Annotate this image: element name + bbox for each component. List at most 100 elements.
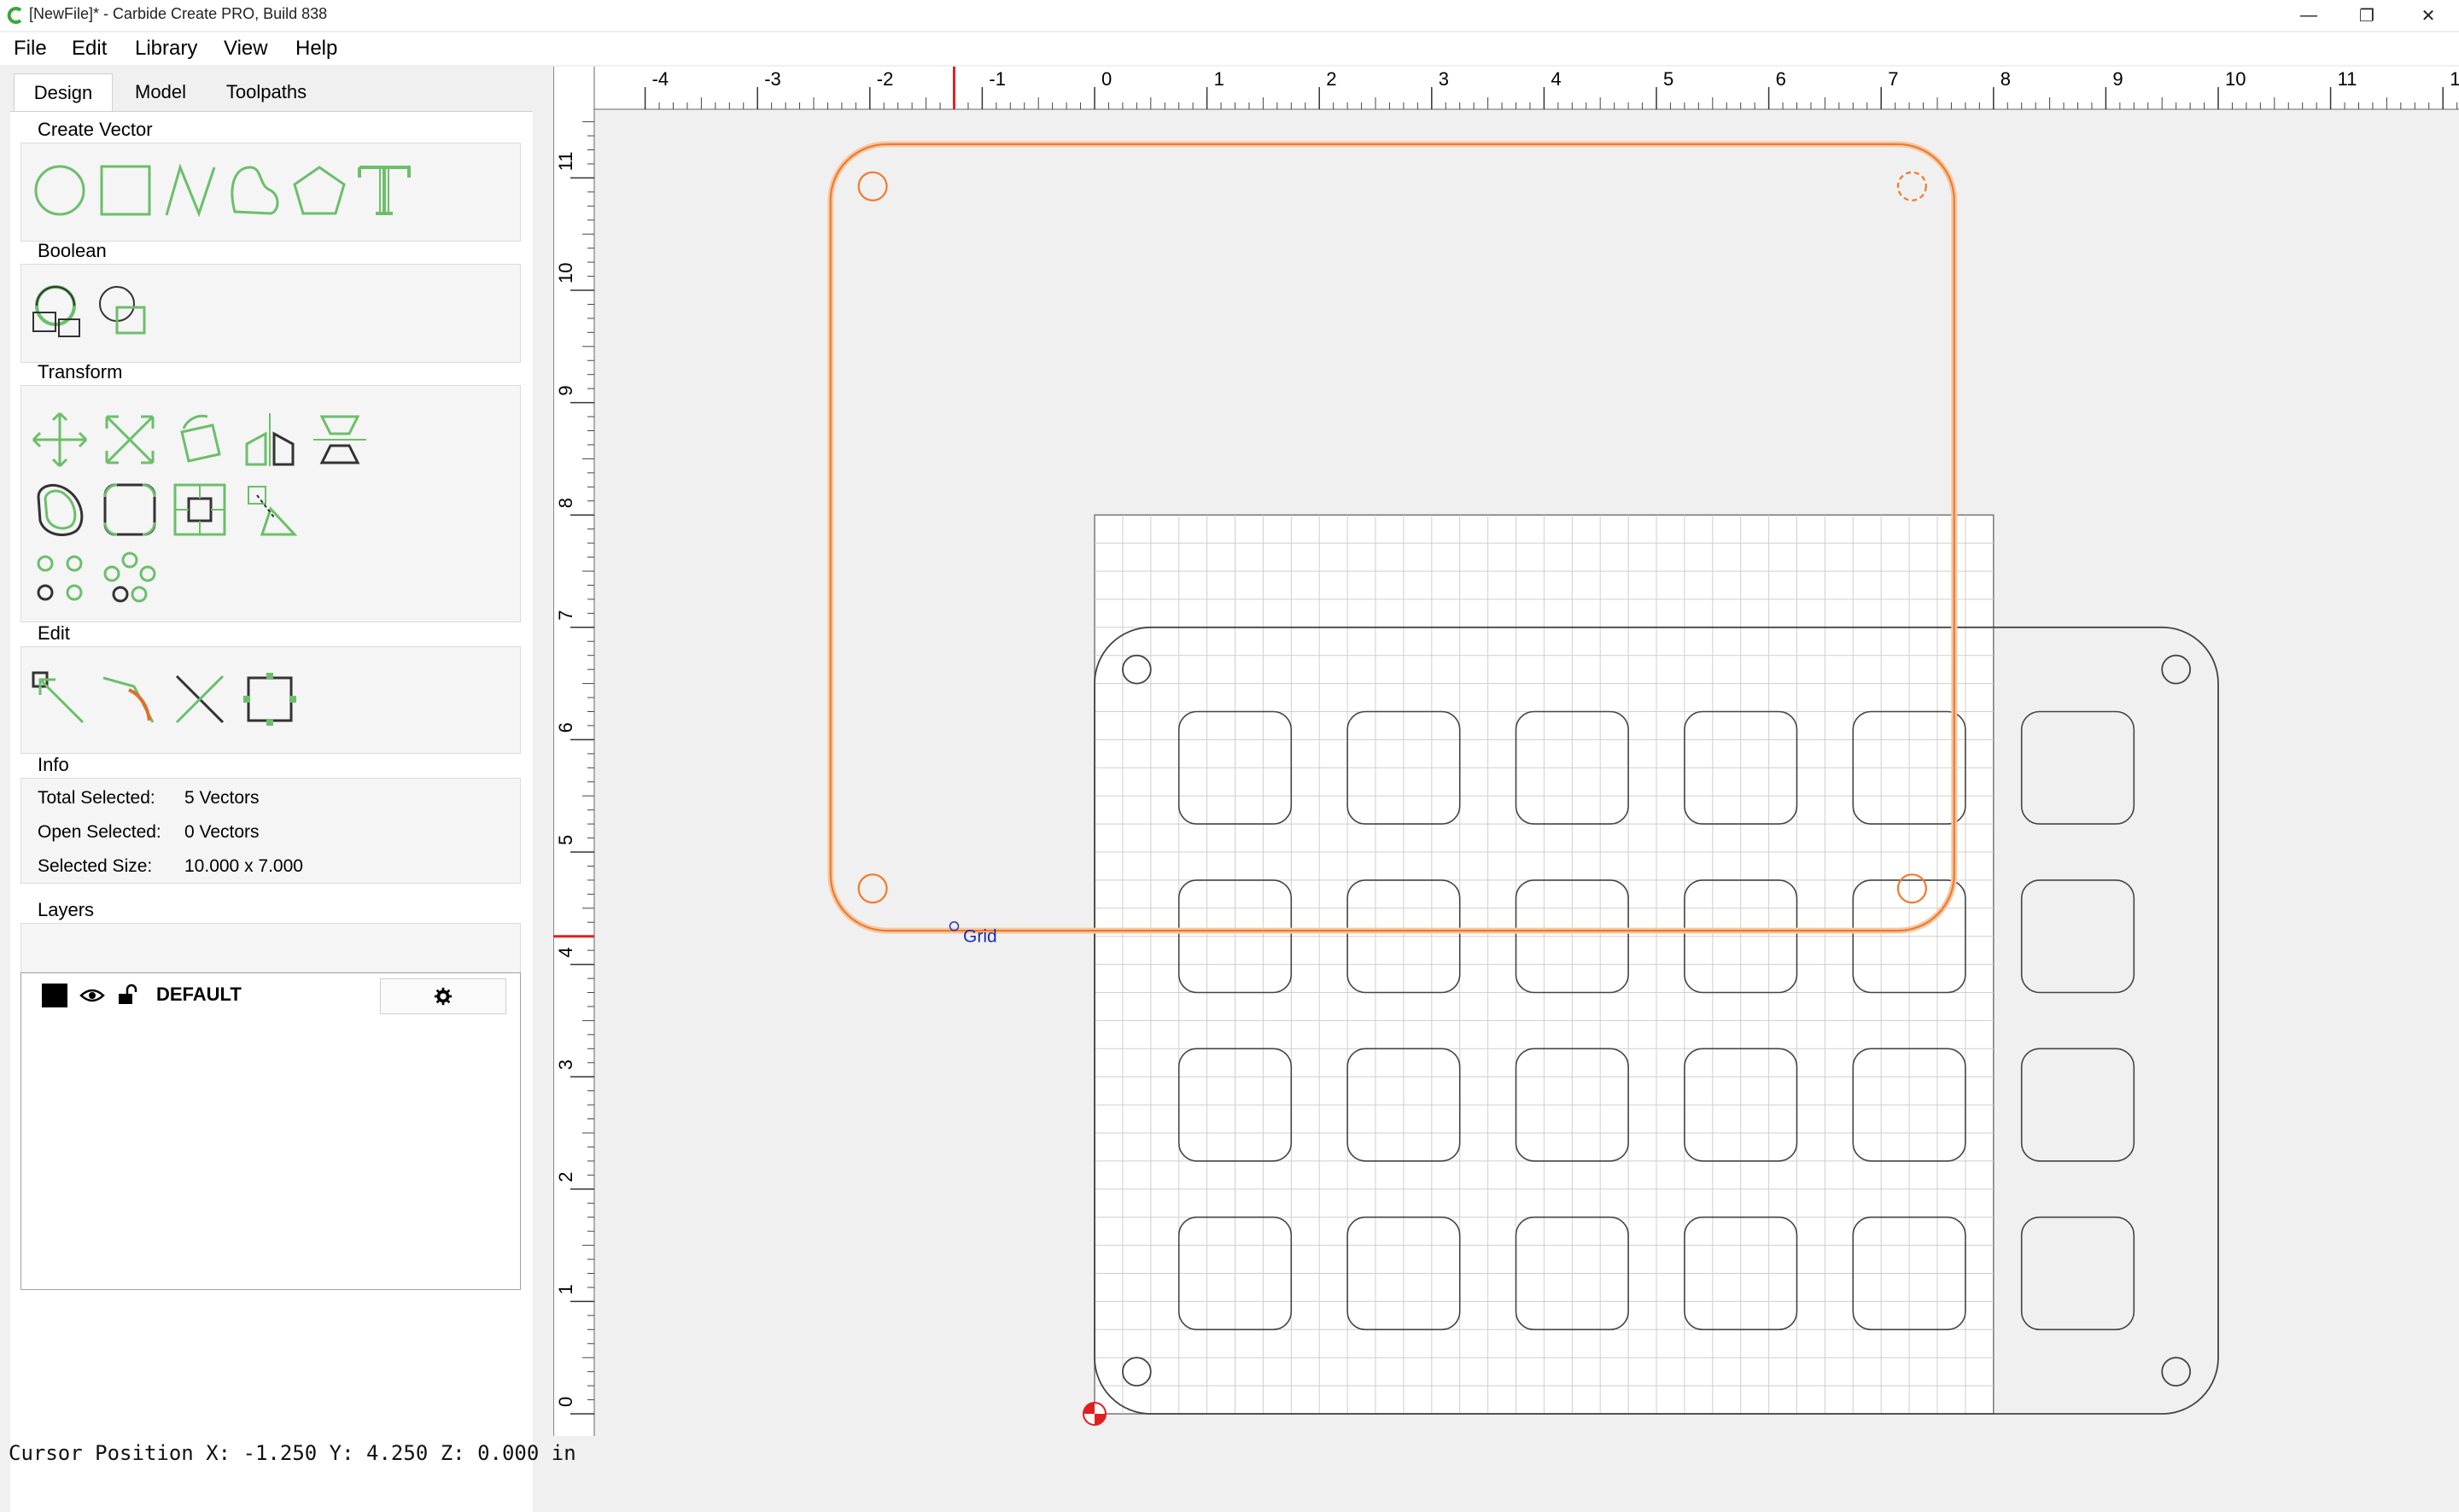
smooth-icon[interactable] <box>100 669 160 729</box>
text-icon[interactable] <box>354 161 414 220</box>
open-selected-value: 0 Vectors <box>184 822 260 842</box>
ruler-y-label: 2 <box>555 1172 576 1182</box>
menu-edit[interactable]: Edit <box>72 35 107 62</box>
boolean-title: Boolean <box>38 240 107 261</box>
design-canvas[interactable]: -4-3-2-10123456789101112 11109876543210 … <box>553 67 2459 1436</box>
rectangle-icon[interactable] <box>95 161 155 220</box>
edit-group <box>20 646 521 754</box>
ruler-y-label: 4 <box>555 947 576 957</box>
ruler-x-label: 4 <box>1551 68 1561 90</box>
close-button[interactable]: ✕ <box>2401 0 2456 31</box>
menu-view[interactable]: View <box>224 35 268 62</box>
move-icon[interactable] <box>30 410 90 470</box>
layers-title: Layers <box>38 899 95 920</box>
edit-title: Edit <box>38 622 70 644</box>
mounting-hole <box>2161 1357 2192 1387</box>
app-logo-icon <box>7 7 22 24</box>
menu-library[interactable]: Library <box>135 35 197 62</box>
key-cutout <box>2020 1048 2135 1162</box>
horizontal-ruler: -4-3-2-10123456789101112 <box>553 67 2459 110</box>
ruler-x-label: 10 <box>2225 68 2246 90</box>
menu-file[interactable]: File <box>14 35 47 62</box>
ruler-x-label: -2 <box>877 68 894 90</box>
center-icon[interactable] <box>170 480 230 540</box>
rotate-icon[interactable] <box>170 410 230 470</box>
offset-icon[interactable] <box>30 480 90 540</box>
linear-array-icon[interactable] <box>30 548 90 608</box>
selected-size-value: 10.000 x 7.000 <box>184 856 303 876</box>
ruler-y-label: 11 <box>555 152 576 172</box>
ruler-x-label: 7 <box>1888 68 1898 90</box>
ruler-y-label: 3 <box>555 1060 576 1070</box>
menu-bar: File Edit Library View Help <box>0 32 2459 65</box>
ruler-x-label: 1 <box>1214 68 1224 90</box>
origin-marker <box>1083 1402 1107 1426</box>
tab-toolpaths[interactable]: Toolpaths <box>208 73 324 111</box>
maximize-button[interactable]: ❐ <box>2339 0 2394 31</box>
tab-design[interactable]: Design <box>14 73 113 112</box>
fillet-icon[interactable] <box>100 480 160 540</box>
vertical-ruler: 11109876543210 <box>553 67 595 1436</box>
eye-icon[interactable] <box>79 987 105 1004</box>
panel-body: Create Vector Boolean Transform Edit Inf… <box>10 111 533 1512</box>
mounting-hole <box>2161 654 2192 685</box>
selected-size-label: Selected Size: <box>38 856 153 876</box>
menu-help[interactable]: Help <box>295 35 337 62</box>
layer-settings-button[interactable] <box>380 978 506 1014</box>
total-selected-value: 5 Vectors <box>184 788 260 808</box>
info-title: Info <box>38 754 69 775</box>
ruler-x-label: 5 <box>1663 68 1673 90</box>
create-vector-title: Create Vector <box>38 119 153 140</box>
ruler-x-label: -1 <box>989 68 1006 90</box>
origin-quadrant <box>1095 1414 1106 1425</box>
ruler-x-label: -3 <box>764 68 781 90</box>
node-edit-icon[interactable] <box>30 669 90 729</box>
trim-icon[interactable] <box>170 669 230 729</box>
mirror-icon[interactable] <box>240 410 300 470</box>
grid-snap-label: Grid <box>963 926 997 946</box>
boolean-subtract-icon[interactable] <box>95 282 155 342</box>
key-cutout <box>2020 1216 2135 1331</box>
boolean-union-icon[interactable] <box>30 282 90 342</box>
ruler-x-label: -4 <box>652 68 669 90</box>
origin-quadrant <box>1083 1403 1095 1414</box>
circular-array-icon[interactable] <box>100 548 160 608</box>
ruler-y-label: 5 <box>555 835 576 845</box>
layer-row[interactable]: DEFAULT <box>21 973 520 1014</box>
unlock-icon[interactable] <box>117 984 139 1006</box>
ruler-y-label: 0 <box>555 1397 576 1407</box>
minimize-button[interactable]: — <box>2281 0 2336 31</box>
polygon-icon[interactable] <box>289 161 349 220</box>
key-cutout <box>2020 879 2135 994</box>
shear-icon[interactable] <box>240 480 300 540</box>
align-icon[interactable] <box>310 410 370 470</box>
canvas-drawing[interactable]: -4-3-2-10123456789101112 11109876543210 … <box>553 67 2459 1436</box>
selected-mounting-hole <box>857 171 888 201</box>
tab-model[interactable]: Model <box>116 73 205 111</box>
boundary-icon[interactable] <box>240 669 300 729</box>
key-cutout <box>2020 710 2135 825</box>
design-panel: Design Model Toolpaths Create Vector Boo… <box>10 73 533 1512</box>
ruler-y-label: 10 <box>555 263 576 283</box>
layers-list: DEFAULT <box>20 972 521 1290</box>
grid <box>1094 514 1995 1415</box>
polyline-icon[interactable] <box>160 161 219 220</box>
total-selected-label: Total Selected: <box>38 788 155 808</box>
ruler-y-label: 1 <box>555 1284 576 1294</box>
ruler-x-label: 0 <box>1101 68 1112 90</box>
ruler-x-label: 6 <box>1776 68 1786 90</box>
layer-color-swatch[interactable] <box>42 984 67 1007</box>
ruler-x-label: 3 <box>1439 68 1449 90</box>
circle-icon[interactable] <box>30 161 90 220</box>
ruler-top-bg <box>553 67 2459 109</box>
curve-icon[interactable] <box>225 161 284 220</box>
ruler-x-label: 8 <box>2000 68 2011 90</box>
transform-group <box>20 385 521 622</box>
layer-name: DEFAULT <box>156 984 242 1005</box>
ruler-x-label: 9 <box>2112 68 2123 90</box>
scale-icon[interactable] <box>100 410 160 470</box>
selected-mounting-hole <box>857 873 888 904</box>
ruler-y-label: 7 <box>555 610 576 621</box>
selected-mounting-hole <box>1896 171 1927 201</box>
canvas-markers: Grid <box>949 921 1107 1426</box>
